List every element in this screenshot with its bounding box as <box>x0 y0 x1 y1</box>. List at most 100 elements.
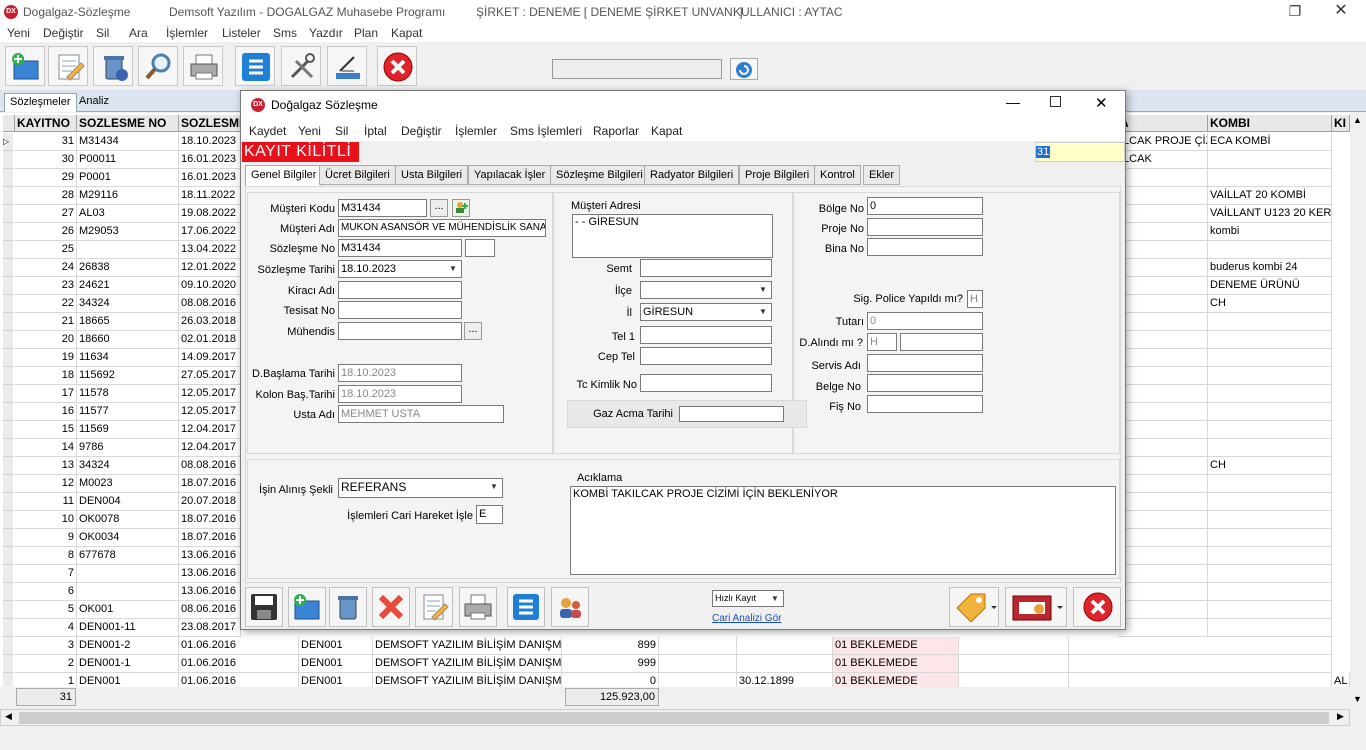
cell-sozlesme-no[interactable]: 26838 <box>77 259 179 277</box>
dmenu-islemler[interactable]: İşlemler <box>455 124 497 138</box>
cell-kombi[interactable] <box>1208 151 1332 169</box>
cari-field[interactable]: E <box>476 505 503 524</box>
cell-sozlesme-tarihi[interactable]: 02.01.2018 <box>179 331 241 349</box>
cell-sozlesme-tarihi[interactable]: 26.03.2018 <box>179 313 241 331</box>
cell-tarih2[interactable]: 30.12.1899 <box>737 673 833 687</box>
cell-sozlesme-tarihi[interactable]: 09.10.2020 <box>179 277 241 295</box>
cell-sozlesme-tarihi[interactable]: 01.06.2016 <box>179 673 299 687</box>
cell-kayitno[interactable]: 14 <box>15 439 77 457</box>
kiraci-field[interactable] <box>338 281 462 299</box>
cell-kayitno[interactable]: 1 <box>15 673 77 687</box>
close-dialog-button[interactable] <box>1073 587 1121 627</box>
cell-cari-adi[interactable]: DEMSOFT YAZILIM BİLİŞİM DANIŞMAN <box>373 655 562 673</box>
header-sozlesme-tarihi[interactable]: SOZLESME <box>179 115 241 132</box>
cell-a[interactable] <box>1118 331 1208 349</box>
delete-button[interactable] <box>93 46 133 86</box>
row-indicator[interactable] <box>3 601 13 619</box>
cell-kayitno[interactable]: 7 <box>15 565 77 583</box>
cell-sozlesme-tarihi[interactable]: 12.05.2017 <box>179 403 241 421</box>
dialog-minimize-icon[interactable]: — <box>1006 94 1020 110</box>
cell-kombi[interactable] <box>1208 529 1332 547</box>
row-indicator[interactable] <box>3 583 13 601</box>
cell-kombi[interactable]: DENEME ÜRÜNÜ <box>1208 277 1332 295</box>
dmenu-kapat[interactable]: Kapat <box>651 124 682 138</box>
cell-sozlesme-tarihi[interactable]: 13.06.2016 <box>179 565 241 583</box>
cell-sozlesme-no[interactable]: P0001 <box>77 169 179 187</box>
header-a[interactable]: A <box>1118 115 1208 132</box>
cell-cari-kodu[interactable]: DEN001 <box>299 655 373 673</box>
cell-sozlesme-tarihi[interactable]: 18.11.2022 <box>179 187 241 205</box>
cell-sozlesme-no[interactable]: M29053 <box>77 223 179 241</box>
cell-tarih2[interactable] <box>737 655 833 673</box>
row-indicator[interactable] <box>3 259 13 277</box>
cell-sozlesme-tarihi[interactable]: 13.06.2016 <box>179 547 241 565</box>
tc-field[interactable] <box>640 374 772 392</box>
cell-kayitno[interactable]: 18 <box>15 367 77 385</box>
cell-kayitno[interactable]: 28 <box>15 187 77 205</box>
cell-kombi[interactable] <box>1208 169 1332 187</box>
cell-kombi[interactable]: ECA KOMBİ <box>1208 133 1332 151</box>
cell-kombi[interactable] <box>1208 601 1332 619</box>
cell-sozlesme-no[interactable]: 34324 <box>77 295 179 313</box>
row-indicator[interactable] <box>3 439 13 457</box>
dtab-usta[interactable]: Usta Bilgileri <box>395 165 469 185</box>
cell-sozlesme-tarihi[interactable]: 18.10.2023 <box>179 133 241 151</box>
cell-durum[interactable]: 01 BEKLEMEDE <box>833 655 959 673</box>
row-indicator[interactable] <box>3 619 13 637</box>
proje-field[interactable] <box>867 218 983 236</box>
cell-kombi[interactable]: CH <box>1208 457 1332 475</box>
dalindi-detail-field[interactable] <box>900 333 983 351</box>
list-record-button[interactable] <box>507 587 545 627</box>
row-indicator[interactable] <box>3 637 13 655</box>
chevron-down-icon[interactable]: ▼ <box>446 262 460 276</box>
cell-sozlesme-no[interactable]: M29116 <box>77 187 179 205</box>
cell-a[interactable]: ILCAK <box>1118 151 1208 169</box>
row-indicator[interactable] <box>3 421 13 439</box>
dmenu-yeni[interactable]: Yeni <box>298 124 321 138</box>
cell-cari-adi[interactable]: DEMSOFT YAZILIM BİLİŞİM DANIŞMAN <box>373 637 562 655</box>
kolon-field[interactable]: 18.10.2023 <box>338 385 462 403</box>
cell-a[interactable] <box>1118 169 1208 187</box>
cell-kayitno[interactable]: 15 <box>15 421 77 439</box>
refresh-button[interactable] <box>730 58 758 80</box>
cell-kayitno[interactable]: 3 <box>15 637 77 655</box>
cell-sozlesme-tarihi[interactable]: 12.04.2017 <box>179 421 241 439</box>
servis-field[interactable] <box>867 354 983 372</box>
cari-analiz-link[interactable]: Cari Analizi Gör <box>712 613 781 624</box>
cell-sozlesme-tarihi[interactable]: 27.05.2017 <box>179 367 241 385</box>
cell-sozlesme-no[interactable]: 18665 <box>77 313 179 331</box>
cell-sozlesme-tarihi[interactable]: 18.07.2016 <box>179 529 241 547</box>
menu-kapat[interactable]: Kapat <box>391 26 422 40</box>
cell-kombi[interactable] <box>1208 493 1332 511</box>
muhendis-browse-button[interactable]: ... <box>464 322 482 340</box>
row-indicator[interactable] <box>3 565 13 583</box>
dmenu-sil[interactable]: Sil <box>335 124 348 138</box>
cell-durum[interactable]: 01 BEKLEMEDE <box>833 673 959 687</box>
cell-sozlesme-no[interactable]: M0023 <box>77 475 179 493</box>
dalindi-field[interactable]: H <box>867 333 897 351</box>
cell-a[interactable] <box>1118 583 1208 601</box>
cell-kombi[interactable] <box>1208 511 1332 529</box>
row-indicator[interactable] <box>3 295 13 313</box>
cell-kombi[interactable] <box>1208 367 1332 385</box>
cell-a[interactable] <box>1118 403 1208 421</box>
menu-degistir[interactable]: Değiştir <box>43 26 84 40</box>
dialog-close-icon[interactable]: ✕ <box>1095 94 1108 112</box>
cell-sozlesme-tarihi[interactable]: 19.08.2022 <box>179 205 241 223</box>
cell-sozlesme-tarihi[interactable]: 12.05.2017 <box>179 385 241 403</box>
dtab-genel[interactable]: Genel Bilgiler <box>245 165 323 186</box>
menu-sil[interactable]: Sil <box>96 26 109 40</box>
dmenu-iptal[interactable]: İptal <box>364 124 387 138</box>
row-indicator[interactable] <box>3 277 13 295</box>
row-indicator[interactable]: ▷ <box>3 133 13 151</box>
print-record-button[interactable] <box>459 587 497 627</box>
chevron-down-icon[interactable]: ▼ <box>487 480 501 494</box>
cell-sozlesme-no[interactable]: AL03 <box>77 205 179 223</box>
cell-sozlesme-tarihi[interactable]: 01.06.2016 <box>179 637 299 655</box>
cell-a[interactable] <box>1118 511 1208 529</box>
cell-cari-adi[interactable]: DEMSOFT YAZILIM BİLİŞİM DANIŞMAN <box>373 673 562 687</box>
gaz-field[interactable] <box>679 406 784 422</box>
cell-sozlesme-tarihi[interactable]: 16.01.2023 <box>179 169 241 187</box>
row-indicator[interactable] <box>3 655 13 673</box>
cep-field[interactable] <box>640 347 772 365</box>
